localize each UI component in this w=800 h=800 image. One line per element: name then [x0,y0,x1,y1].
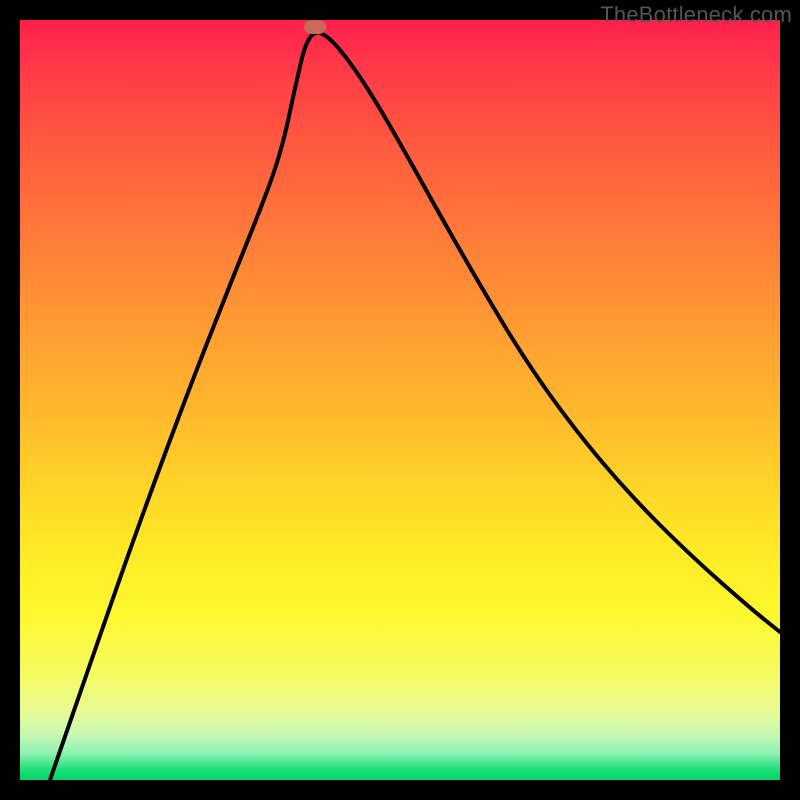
gradient-background [20,20,780,780]
chart-frame: TheBottleneck.com [0,0,800,800]
min-marker [304,20,326,34]
watermark: TheBottleneck.com [600,2,792,28]
plot-area [20,20,780,780]
